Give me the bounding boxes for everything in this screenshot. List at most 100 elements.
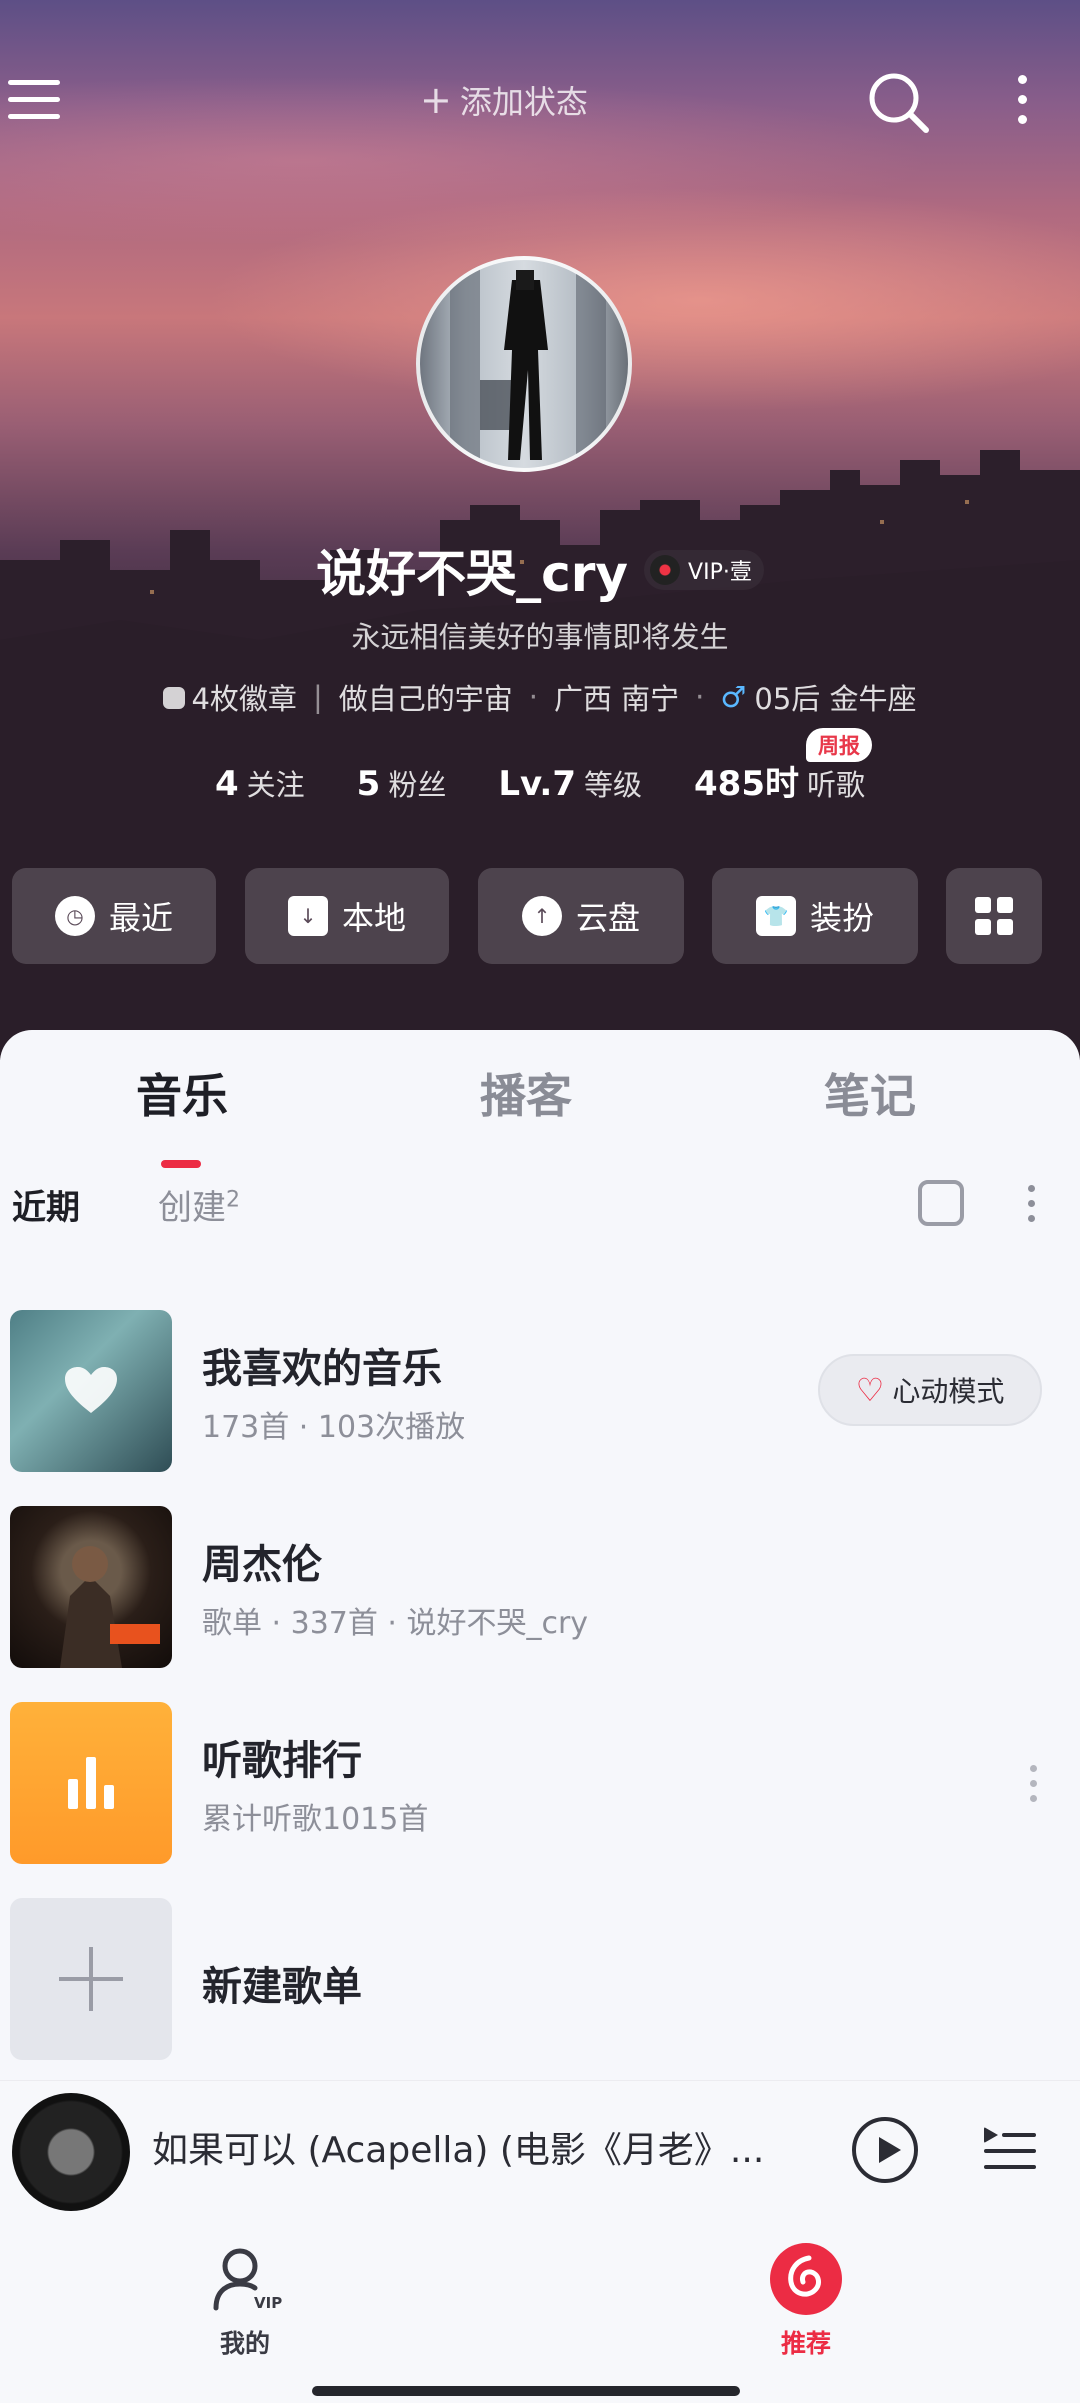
heart-icon <box>65 1367 117 1413</box>
list-item-jay-chou[interactable]: 周杰伦 歌单 · 337首 · 说好不哭_cry <box>0 1506 1080 1670</box>
active-tab-indicator <box>161 1160 201 1168</box>
import-playlist-icon[interactable] <box>918 1180 964 1226</box>
location: 广西 南宁 <box>553 682 680 716</box>
apps-grid-icon <box>975 897 1013 935</box>
user-vip-icon: VIP <box>213 2248 282 2312</box>
following-count: 4 <box>214 764 239 804</box>
badge-icon <box>163 687 186 709</box>
following-stat[interactable]: 4 关注 <box>215 762 305 804</box>
more-options-icon[interactable] <box>1014 70 1030 134</box>
playlist-title: 新建歌单 <box>202 1964 362 2010</box>
username-row: 说好不哭_cry VIP·壹 <box>0 530 1080 610</box>
more-options-icon[interactable] <box>1026 1182 1036 1226</box>
tab-notes[interactable]: 笔记 <box>750 1060 990 1126</box>
quick-recent-label: 最近 <box>108 899 173 937</box>
add-status-label: 添加状态 <box>459 83 588 121</box>
dot-separator: · <box>528 680 538 714</box>
list-item-listening-rank[interactable]: 听歌排行 累计听歌1015首 <box>0 1702 1080 1866</box>
signature: 永远相信美好的事情即将发生 <box>351 620 729 654</box>
tab-podcast[interactable]: 播客 <box>406 1060 646 1126</box>
vip-badge[interactable]: VIP·壹 <box>644 550 764 590</box>
playlist-queue-icon[interactable] <box>984 2125 1036 2173</box>
nav-mine[interactable]: VIP 我的 <box>165 2242 325 2360</box>
fans-stat[interactable]: 5 粉丝 <box>357 762 447 804</box>
list-item-new-playlist[interactable]: 新建歌单 <box>0 1898 1080 2062</box>
level-value: Lv.7 <box>498 764 576 804</box>
quick-actions: ◷ 最近 ↓ 本地 ↑ 云盘 👕 装扮 <box>12 868 1072 964</box>
quick-dressup-label: 装扮 <box>809 899 874 937</box>
quick-cloud-button[interactable]: ↑ 云盘 <box>478 868 684 964</box>
hours-label: 听歌 <box>807 768 866 802</box>
avatar-photo <box>450 260 606 468</box>
album-disc[interactable] <box>12 2093 130 2211</box>
add-status-button[interactable]: + 添加状态 <box>420 76 680 124</box>
playlist-subtitle: 累计听歌1015首 <box>202 1802 429 1837</box>
male-gender-icon: ♂ <box>720 680 747 714</box>
vip-label: VIP·壹 <box>688 560 752 585</box>
quick-cloud-label: 云盘 <box>575 899 640 937</box>
playlist-cover <box>10 1898 172 2060</box>
vinyl-icon <box>650 555 681 585</box>
playlist-title: 听歌排行 <box>202 1738 362 1784</box>
playlist-cover <box>10 1702 172 1864</box>
shirt-icon: 👕 <box>755 896 796 936</box>
tagline: 做自己的宇宙 <box>338 682 513 716</box>
hamburger-menu-icon[interactable] <box>8 78 60 122</box>
subtab-recent[interactable]: 近期 <box>12 1180 80 1229</box>
download-icon: ↓ <box>287 896 328 936</box>
mini-player[interactable]: 如果可以 (Acapella) (电影《月老》... <box>0 2080 1080 2216</box>
quick-more-apps-button[interactable] <box>946 868 1042 964</box>
main-tabs: 音乐 播客 笔记 <box>0 1060 1080 1168</box>
home-indicator[interactable] <box>312 2386 740 2396</box>
hours-value: 485时 <box>694 764 799 804</box>
nav-recommend[interactable]: 推荐 <box>726 2242 886 2360</box>
playlist-title: 我喜欢的音乐 <box>202 1346 442 1392</box>
quick-local-button[interactable]: ↓ 本地 <box>245 868 449 964</box>
bottom-navigation: VIP 我的 推荐 <box>0 2216 1080 2403</box>
cloud-upload-icon: ↑ <box>521 896 562 936</box>
nav-recommend-label: 推荐 <box>780 2329 831 2358</box>
level-label: 等级 <box>584 768 643 802</box>
created-count: 2 <box>226 1187 240 1213</box>
quick-local-label: 本地 <box>341 899 406 937</box>
now-playing-title[interactable]: 如果可以 (Acapella) (电影《月老》... <box>152 2121 812 2173</box>
playlist-cover <box>10 1506 172 1668</box>
profile-info-row: 4枚徽章 | 做自己的宇宙 · 广西 南宁 · ♂ 05后 金牛座 <box>0 676 1080 718</box>
heart-mode-button[interactable]: ♡ 心动模式 <box>818 1354 1042 1426</box>
divider: | <box>312 680 323 714</box>
tab-music[interactable]: 音乐 <box>62 1060 302 1126</box>
fans-count: 5 <box>356 764 381 804</box>
username: 说好不哭_cry <box>316 545 629 603</box>
quick-recent-button[interactable]: ◷ 最近 <box>12 868 216 964</box>
plus-icon <box>59 1947 123 2011</box>
playlist-subtitle: 歌单 · 337首 · 说好不哭_cry <box>202 1606 589 1641</box>
play-button[interactable] <box>852 2117 918 2183</box>
more-options-icon[interactable] <box>1028 1762 1038 1806</box>
badges-label: 4枚徽章 <box>191 682 297 716</box>
nav-mine-label: 我的 <box>219 2329 270 2358</box>
age-sign: 05后 金牛座 <box>754 682 917 716</box>
clock-icon: ◷ <box>54 896 95 936</box>
search-icon[interactable] <box>866 70 930 134</box>
playlist-cover <box>10 1310 172 1472</box>
heartbeat-icon: ♡ <box>855 1371 885 1409</box>
top-bar: + 添加状态 <box>0 60 1080 140</box>
quick-dressup-button[interactable]: 👕 装扮 <box>712 868 918 964</box>
sub-tabs: 近期 创建2 <box>0 1180 1080 1240</box>
bar-chart-icon <box>64 1757 118 1809</box>
avatar[interactable] <box>416 256 632 472</box>
plus-icon: + <box>420 78 452 122</box>
stats-row: 4 关注 5 粉丝 Lv.7 等级 485时 听歌 <box>0 756 1080 805</box>
list-item-liked-music[interactable]: 我喜欢的音乐 173首 · 103次播放 ♡ 心动模式 <box>0 1310 1080 1474</box>
level-stat[interactable]: Lv.7 等级 <box>498 762 642 804</box>
fans-label: 粉丝 <box>388 768 447 802</box>
cover-art <box>60 1546 160 1668</box>
weekly-report-badge[interactable]: 周报 <box>806 728 872 762</box>
subtab-created[interactable]: 创建2 <box>158 1180 240 1229</box>
listening-hours-stat[interactable]: 485时 听歌 <box>694 756 865 805</box>
svg-text:VIP: VIP <box>254 2294 282 2312</box>
profile-header: + 添加状态 说好不哭_cry VIP·壹 永远相信美好的事情即将发生 4枚徽章… <box>0 0 1080 1060</box>
badges-link[interactable]: 4枚徽章 <box>163 676 297 718</box>
subtab-created-label: 创建 <box>158 1188 226 1228</box>
playlist-subtitle: 173首 · 103次播放 <box>202 1410 466 1445</box>
